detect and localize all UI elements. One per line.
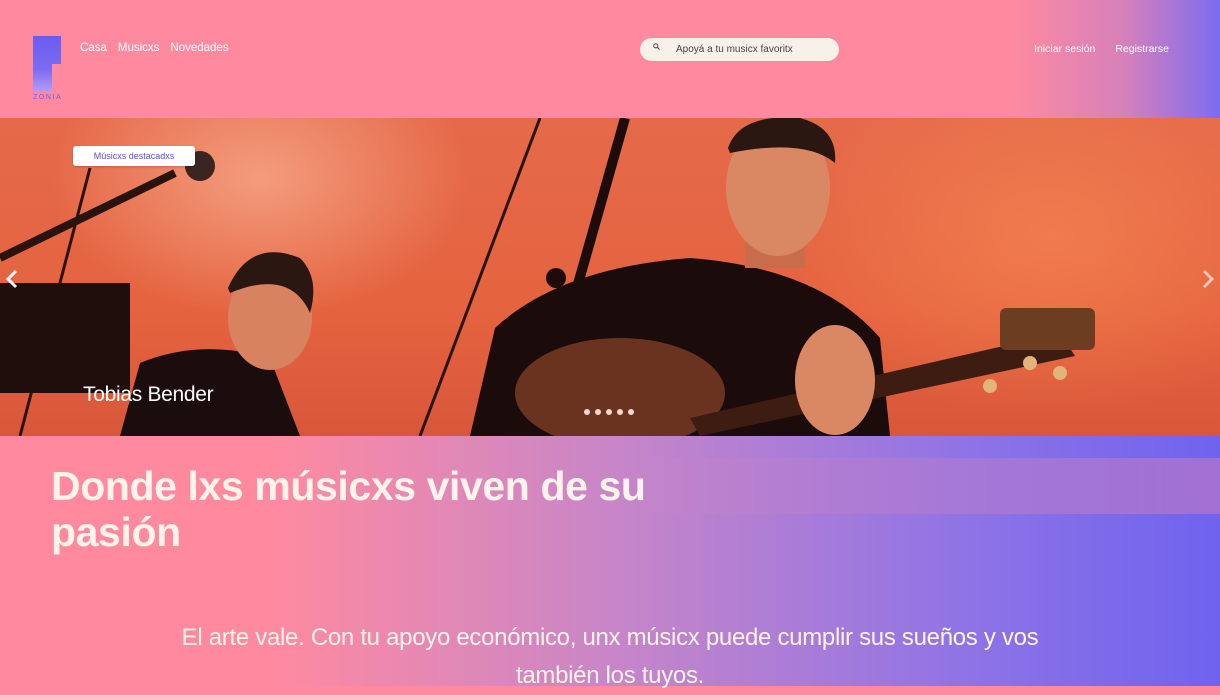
nav-item-musicxs[interactable]: Musicxs xyxy=(118,42,160,54)
page-headline: Donde lxs músicxs viven de su pasión xyxy=(51,463,646,555)
zonia-logo[interactable]: ZONIA xyxy=(33,36,63,104)
search-input[interactable] xyxy=(676,38,831,61)
chevron-right-icon[interactable] xyxy=(1200,268,1216,290)
header-gradient-fade xyxy=(1010,0,1220,118)
register-link[interactable]: Registrarse xyxy=(1115,43,1169,55)
search-icon xyxy=(653,43,660,50)
carousel-dot[interactable] xyxy=(595,409,601,415)
carousel-dot[interactable] xyxy=(584,409,590,415)
carousel-dot[interactable] xyxy=(617,409,623,415)
carousel-indicators xyxy=(584,409,634,415)
site-header: ZONIA Casa Musicxs Novedades Iniciar ses… xyxy=(0,0,1220,118)
carousel-dot[interactable] xyxy=(606,409,612,415)
carousel-dot[interactable] xyxy=(628,409,634,415)
main-nav: Casa Musicxs Novedades xyxy=(80,42,229,54)
featured-carousel: Músicxs destacadxs Tobias Bender xyxy=(0,118,1220,436)
featured-artist-name[interactable]: Tobias Bender xyxy=(83,383,214,407)
logo-wordmark: ZONIA xyxy=(33,94,63,101)
chevron-left-icon[interactable] xyxy=(4,268,20,290)
login-link[interactable]: Iniciar sesión xyxy=(1034,43,1095,55)
featured-badge: Músicxs destacadxs xyxy=(73,146,195,166)
search-bar xyxy=(640,38,839,61)
logo-mark-notch xyxy=(52,64,61,92)
nav-item-novedades[interactable]: Novedades xyxy=(170,42,228,54)
auth-links: Iniciar sesión Registrarse xyxy=(1034,43,1169,55)
nav-item-casa[interactable]: Casa xyxy=(80,42,107,54)
page-subtext: El arte vale. Con tu apoyo económico, un… xyxy=(181,624,1039,689)
